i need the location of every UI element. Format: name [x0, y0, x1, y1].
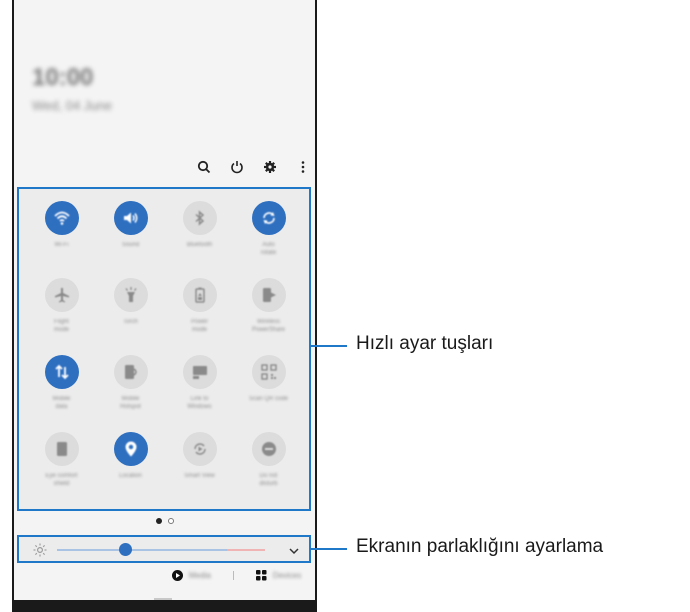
sound-icon[interactable]: [113, 201, 148, 235]
page-indicator: [156, 518, 174, 524]
quick-tile-airplane[interactable]: Flight mode: [27, 278, 96, 355]
media-play-icon[interactable]: [172, 570, 183, 581]
mobile-data-icon[interactable]: [44, 355, 79, 389]
qr-code-icon[interactable]: [251, 355, 286, 389]
gear-icon[interactable]: [260, 157, 280, 177]
media-devices-row: Media Devices: [172, 570, 301, 581]
quick-tile-do-not-disturb[interactable]: Do not disturb: [234, 432, 303, 509]
eye-comfort-icon[interactable]: [44, 432, 79, 466]
search-icon[interactable]: [194, 157, 214, 177]
quick-tile-label: Wi-Fi: [54, 242, 69, 248]
quick-tile-label: Do not disturb: [259, 473, 278, 487]
wifi-icon[interactable]: [44, 201, 79, 235]
auto-rotate-icon[interactable]: [251, 201, 286, 235]
brightness-track-end: [227, 549, 265, 551]
quick-settings-grid: Wi-Fi Sound Bluetooth Auto rotate Flight mod…: [27, 201, 305, 509]
callout-quick-settings: Hızlı ayar tuşları: [356, 333, 494, 354]
quick-tile-label: Auto rotate: [260, 242, 277, 256]
quick-tile-sound[interactable]: Sound: [96, 201, 165, 278]
quick-tile-wifi[interactable]: Wi-Fi: [27, 201, 96, 278]
callout-brightness: Ekranın parlaklığını ayarlama: [356, 536, 604, 557]
quick-tile-qr-code[interactable]: Scan QR code: [234, 355, 303, 432]
airplane-icon[interactable]: [44, 278, 79, 312]
bluetooth-icon[interactable]: [182, 201, 217, 235]
torch-icon[interactable]: [113, 278, 148, 312]
clock-time: 10:00: [32, 64, 94, 91]
quick-tile-powershare[interactable]: Wireless PowerShare: [234, 278, 303, 355]
link-windows-icon[interactable]: [182, 355, 217, 389]
phone-bottom-edge: [14, 600, 315, 612]
location-icon[interactable]: [113, 432, 148, 466]
devices-label[interactable]: Devices: [273, 571, 301, 580]
smart-view-icon[interactable]: [182, 432, 217, 466]
quick-tile-bluetooth[interactable]: Bluetooth: [165, 201, 234, 278]
more-options-icon[interactable]: [293, 157, 313, 177]
date-text: Wed, 04 June: [32, 98, 112, 113]
sun-icon: [33, 543, 47, 557]
chevron-down-icon[interactable]: [287, 544, 301, 558]
quick-tile-label: Power mode: [190, 319, 208, 333]
quick-tile-label: Mobile data: [52, 396, 71, 410]
quick-settings-panel: Wi-Fi Sound Bluetooth Auto rotate Flight mod…: [17, 187, 311, 511]
quick-tile-label: Torch: [123, 319, 138, 325]
page-dot-active[interactable]: [156, 518, 162, 524]
quick-tile-location[interactable]: Location: [96, 432, 165, 509]
do-not-disturb-icon[interactable]: [251, 432, 286, 466]
quick-tile-auto-rotate[interactable]: Auto rotate: [234, 201, 303, 278]
brightness-slider-thumb[interactable]: [119, 543, 133, 556]
quick-tile-battery[interactable]: Power mode: [165, 278, 234, 355]
quick-tile-eye-comfort[interactable]: Eye comfort shield: [27, 432, 96, 509]
media-divider: [232, 571, 234, 580]
quick-tile-label: Location: [119, 473, 142, 479]
power-icon[interactable]: [227, 157, 247, 177]
quick-tile-label: Smart View: [184, 473, 215, 479]
quick-tile-label: Mobile Hotspot: [120, 396, 141, 410]
callout-line-quick-settings: [311, 345, 347, 347]
hotspot-icon[interactable]: [113, 355, 148, 389]
phone-screen: 10:00 Wed, 04 June Wi-Fi Sound Bluetooth Au…: [12, 0, 317, 612]
quick-tile-label: Sound: [121, 242, 140, 248]
quick-tile-label: Flight mode: [53, 319, 69, 333]
quick-tile-label: Link to Windows: [187, 396, 212, 410]
callout-line-brightness: [311, 548, 347, 550]
brightness-bar: [17, 535, 311, 563]
quick-tile-label: Wireless PowerShare: [251, 319, 286, 333]
quick-tile-label: Eye comfort shield: [45, 473, 78, 487]
page-dot-inactive[interactable]: [168, 518, 174, 524]
quick-tile-torch[interactable]: Torch: [96, 278, 165, 355]
quick-tile-label: Bluetooth: [186, 242, 213, 248]
media-label[interactable]: Media: [189, 571, 211, 580]
quick-tile-link-windows[interactable]: Link to Windows: [165, 355, 234, 432]
battery-icon[interactable]: [182, 278, 217, 312]
panel-toolbar: [194, 157, 313, 177]
quick-tile-mobile-data[interactable]: Mobile data: [27, 355, 96, 432]
quick-tile-smart-view[interactable]: Smart View: [165, 432, 234, 509]
quick-tile-label: Scan QR code: [248, 396, 289, 402]
devices-grid-icon[interactable]: [255, 570, 267, 581]
powershare-icon[interactable]: [251, 278, 286, 312]
quick-tile-hotspot[interactable]: Mobile Hotspot: [96, 355, 165, 432]
